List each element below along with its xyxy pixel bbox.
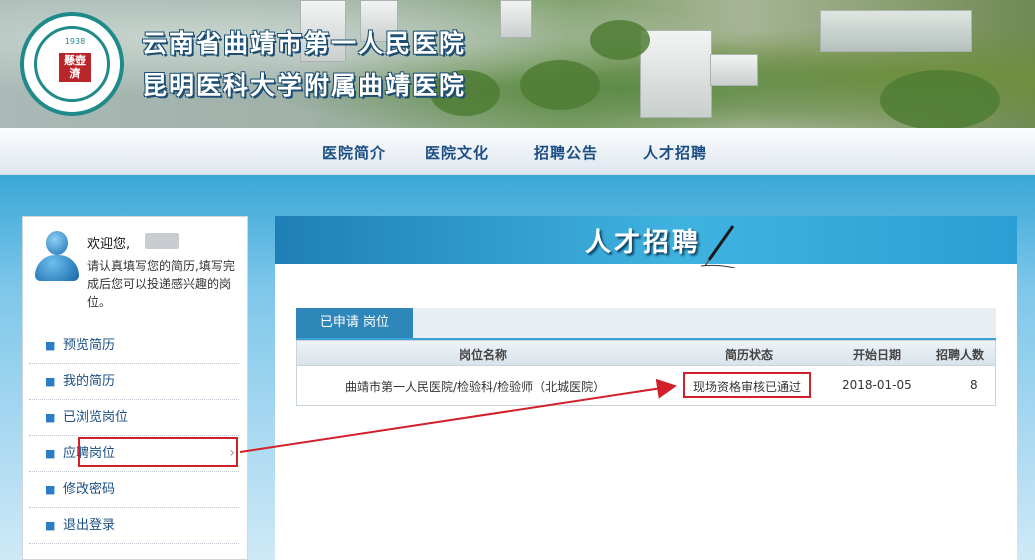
applied-positions-table: 岗位名称 简历状态 开始日期 招聘人数 曲靖市第一人民医院/检验科/检验师（北城…: [296, 340, 996, 406]
bullet-icon: ■: [45, 375, 56, 388]
banner-trees: [880, 70, 1000, 128]
sidebar-item-logout[interactable]: ■ 退出登录: [29, 508, 239, 544]
nav-hospital-intro[interactable]: 医院简介: [322, 142, 386, 163]
recruit-count-cell: 8: [970, 378, 978, 392]
table-header: 岗位名称 简历状态 开始日期 招聘人数: [297, 341, 995, 366]
banner-building: [710, 54, 758, 86]
sidebar-item-my-resume[interactable]: ■ 我的简历: [29, 364, 239, 400]
page-title: 人才招聘: [585, 228, 702, 258]
tab-applied-positions[interactable]: 已申请 岗位: [296, 308, 413, 338]
col-recruit-count: 招聘人数: [936, 348, 985, 362]
logo-year: 1938: [64, 37, 86, 46]
banner-building: [820, 10, 972, 52]
sidebar-item-change-password[interactable]: ■ 修改密码: [29, 472, 239, 508]
sidebar-item-label: 退出登录: [63, 518, 116, 533]
pen-icon: [700, 225, 736, 268]
nav-hospital-culture[interactable]: 医院文化: [425, 142, 489, 163]
hospital-name: 云南省曲靖市第一人民医院: [142, 29, 467, 58]
position-name-cell[interactable]: 曲靖市第一人民医院/检验科/检验师（北城医院）: [345, 378, 605, 395]
banner-building: [640, 30, 712, 118]
bullet-icon: ■: [45, 519, 56, 532]
nav-talent-recruit[interactable]: 人才招聘: [643, 142, 707, 163]
col-start-date: 开始日期: [853, 348, 902, 362]
banner-building: [500, 0, 532, 38]
start-date-cell: 2018-01-05: [842, 378, 912, 392]
status-highlight-box: [683, 372, 811, 398]
top-nav: 医院简介 医院文化 招聘公告 人才招聘: [0, 128, 1035, 175]
nav-recruit-notice[interactable]: 招聘公告: [534, 142, 598, 163]
main-header: 人才招聘: [275, 216, 1017, 268]
sidebar-item-viewed-positions[interactable]: ■ 已浏览岗位: [29, 400, 239, 436]
bullet-icon: ■: [45, 447, 56, 460]
sidebar-item-label: 修改密码: [63, 482, 116, 497]
main-panel: 人才招聘 已申请 岗位 岗位名称 简历状态 开始日期 招聘人数 曲靖市第一人民医…: [275, 216, 1017, 560]
banner-trees: [590, 20, 650, 60]
hospital-subname: 昆明医科大学附属曲靖医院: [142, 71, 467, 100]
user-avatar-icon: [33, 231, 81, 283]
logo-ring: 1938 懸壺濟: [34, 26, 110, 102]
banner-trees: [520, 60, 600, 110]
sidebar-item-label: 已浏览岗位: [63, 410, 129, 425]
col-resume-status: 简历状态: [725, 348, 774, 362]
bullet-icon: ■: [45, 339, 56, 352]
sidebar-item-label: 预览简历: [63, 338, 116, 353]
bullet-icon: ■: [45, 483, 56, 496]
bullet-icon: ■: [45, 411, 56, 424]
logo-seal: 懸壺濟: [59, 53, 91, 82]
sidebar-hint: 请认真填写您的简历,填写完成后您可以投递感兴趣的岗位。: [87, 259, 235, 309]
hospital-logo: 1938 懸壺濟: [20, 12, 124, 116]
sidebar-item-preview-resume[interactable]: ■ 预览简历: [29, 328, 239, 364]
col-position-name: 岗位名称: [459, 348, 508, 362]
user-sidebar: 欢迎您, 请认真填写您的简历,填写完成后您可以投递感兴趣的岗位。 ■ 预览简历 …: [22, 216, 248, 560]
header-banner: 1938 懸壺濟 云南省曲靖市第一人民医院 昆明医科大学附属曲靖医院: [0, 0, 1035, 128]
welcome-text: 欢迎您,: [87, 237, 131, 252]
tab-bar: 已申请 岗位: [296, 308, 996, 340]
menu-highlight-box: [78, 437, 238, 467]
sidebar-item-label: 我的简历: [63, 374, 116, 389]
username-redacted: [145, 233, 179, 249]
